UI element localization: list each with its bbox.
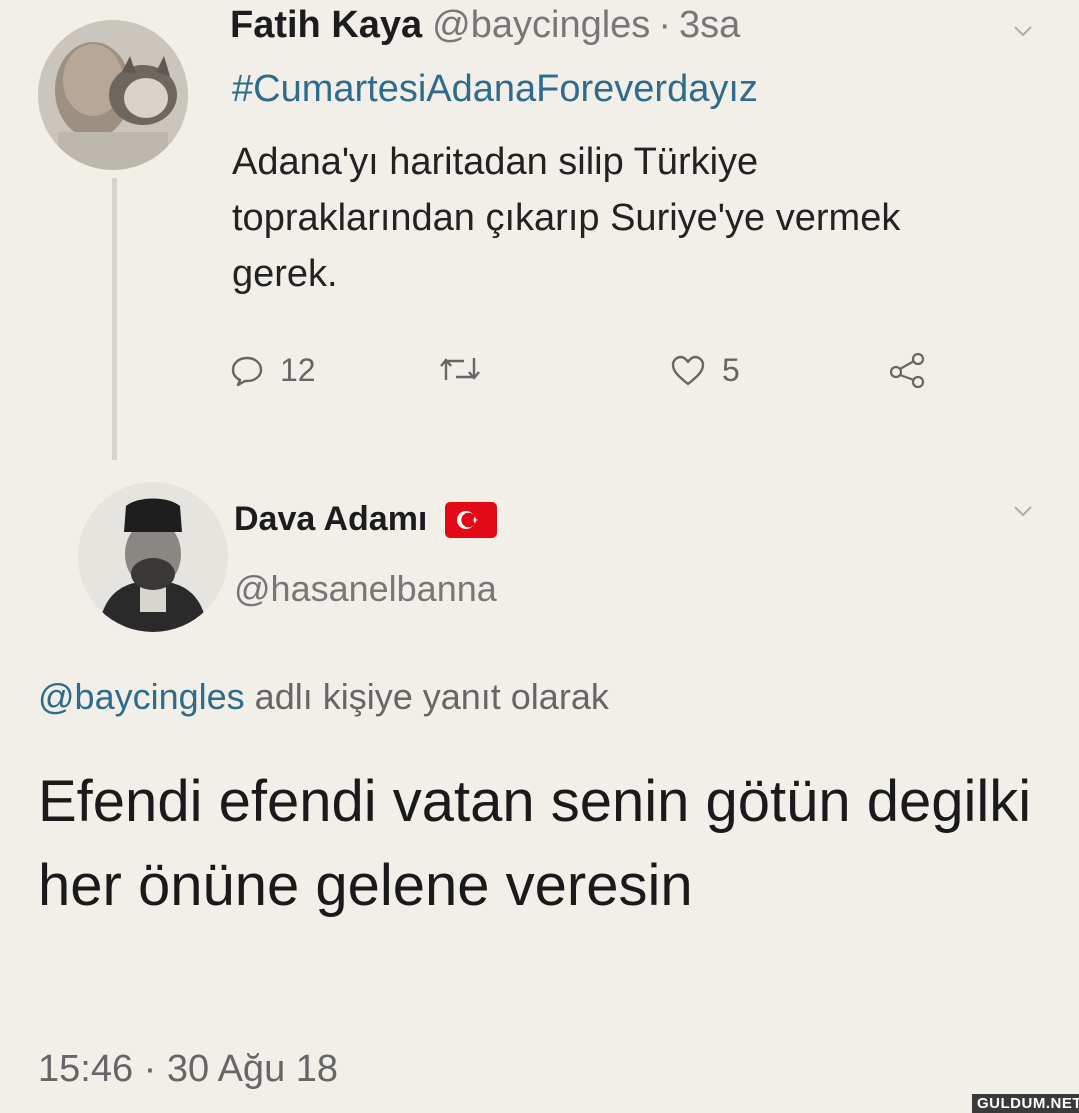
avatar-fatih-kaya[interactable]	[38, 20, 188, 170]
tweet1-author-handle[interactable]: @baycingles	[432, 4, 650, 46]
share-icon	[889, 352, 925, 388]
tweet2-header: Dava Adamı	[234, 500, 498, 539]
reply-icon	[231, 356, 263, 386]
heart-icon	[671, 355, 705, 385]
retweet-button[interactable]	[438, 352, 482, 386]
tweet2-body-text: Efendi efendi vatan senin götün degilki …	[38, 769, 1032, 918]
turkish-flag-icon	[445, 501, 498, 538]
tweet2-author-name[interactable]: Dava Adamı	[234, 500, 427, 539]
chevron-down-icon[interactable]	[1012, 20, 1034, 42]
reply-button[interactable]: 12	[230, 352, 316, 389]
reply-context: @baycingles adlı kişiye yanıt olarak	[38, 676, 609, 718]
thread-connector-line	[112, 178, 117, 460]
like-button[interactable]: 5	[670, 352, 740, 389]
like-count: 5	[722, 352, 740, 388]
tweet1-body-text: Adana'yı haritadan silip Türkiye toprakl…	[232, 141, 901, 295]
tweet1-hashtag-link[interactable]: #CumartesiAdanaForeverdayız	[232, 68, 758, 111]
share-button[interactable]	[888, 352, 928, 388]
reply-to-mention-link[interactable]: @baycingles	[38, 676, 245, 717]
reply-count: 12	[280, 352, 316, 388]
reply-to-suffix: adlı kişiye yanıt olarak	[254, 676, 609, 717]
tweet1-header: Fatih Kaya @baycingles · 3sa	[230, 4, 740, 47]
tweet1-time[interactable]: 3sa	[679, 4, 740, 46]
tweet1-separator: ·	[658, 4, 671, 46]
tweet2-author-handle[interactable]: @hasanelbanna	[234, 568, 497, 610]
tweet1-author-name[interactable]: Fatih Kaya	[230, 4, 422, 46]
avatar-dava-adami[interactable]	[78, 482, 228, 632]
retweet-icon	[440, 358, 480, 380]
site-watermark: GULDUM.NET	[972, 1094, 1079, 1113]
tweet2-timestamp[interactable]: 15:46 · 30 Ağu 18	[38, 1048, 338, 1091]
avatar-image	[78, 482, 228, 632]
chevron-down-icon[interactable]	[1012, 500, 1034, 522]
avatar-image	[38, 20, 188, 170]
